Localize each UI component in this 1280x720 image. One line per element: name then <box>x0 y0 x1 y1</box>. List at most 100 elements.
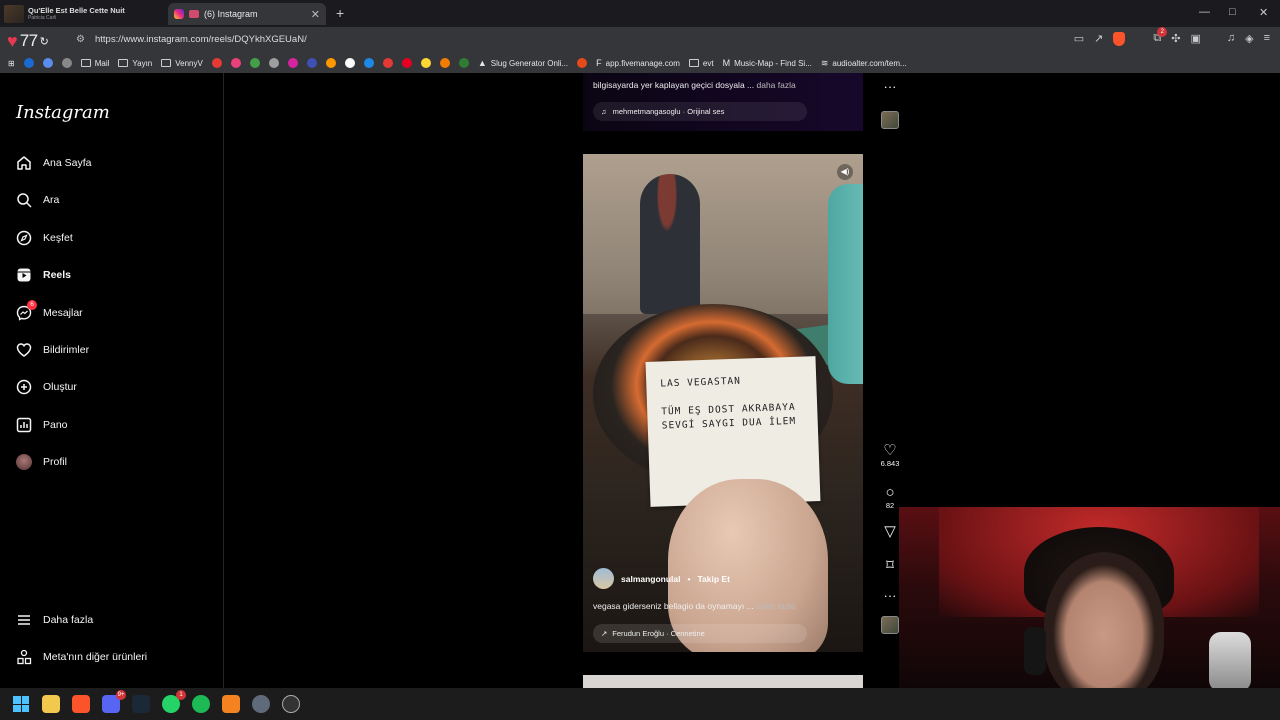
bookmark-favicon-icon[interactable] <box>249 58 260 68</box>
new-tab-button[interactable]: + <box>336 5 344 21</box>
obs-icon[interactable] <box>282 695 300 713</box>
sidebar-item-messages[interactable]: 6 Mesajlar <box>15 300 83 321</box>
brave-browser-icon[interactable] <box>72 695 90 713</box>
more-link[interactable]: daha fazla <box>757 80 796 90</box>
sidebar-item-label: Oluştur <box>43 380 77 393</box>
reel-caption[interactable]: vegasa giderseniz bellagio da oynamayı .… <box>593 601 795 611</box>
bookmark-favicon-icon[interactable] <box>306 58 317 68</box>
pinterest-favicon-icon[interactable] <box>401 58 412 68</box>
volume-icon[interactable]: ◀) <box>837 164 853 180</box>
sidebar-item-label: Reels <box>43 268 72 281</box>
reel-video[interactable]: LAS VEGASTAN TÜM EŞ DOST AKRABAYA SEVGİ … <box>583 154 863 652</box>
bookmark-favicon-icon[interactable] <box>439 58 450 68</box>
bookmark-favicon-icon[interactable] <box>230 58 241 68</box>
media-tab[interactable]: Qu'Elle Est Belle Cette Nuit Patricia Ca… <box>4 5 164 23</box>
media-title: Qu'Elle Est Belle Cette Nuit <box>28 6 125 15</box>
audio-thumbnail[interactable] <box>881 111 899 129</box>
music-icon[interactable]: ♫ <box>1227 32 1235 46</box>
sidebar-item-meta-products[interactable]: Meta'nın diğer ürünleri <box>15 648 147 665</box>
spotify-icon[interactable] <box>192 695 210 713</box>
bookmark-icon[interactable]: ⌑ <box>886 558 894 574</box>
share-icon[interactable]: ↗ <box>1094 32 1103 46</box>
sidebar-item-more[interactable]: Daha fazla <box>15 611 93 628</box>
bookmark-mail[interactable]: Mail <box>80 59 109 68</box>
bookmark-favicon-icon[interactable] <box>23 58 34 68</box>
comment-icon[interactable]: ○ <box>885 485 894 501</box>
bookmark-audioalter[interactable]: ≋ audioalter.com/tem... <box>821 58 907 69</box>
instagram-logo[interactable]: Instagram <box>16 102 110 123</box>
sidebar-item-notifications[interactable]: Bildirimler <box>15 341 89 358</box>
reels-icon <box>15 266 32 283</box>
bookmark-favicon-icon[interactable] <box>363 58 374 68</box>
start-button[interactable] <box>12 695 30 713</box>
previous-reel-audio[interactable]: ♫ mehmetmangasoglu · Orijinal ses <box>593 102 807 121</box>
settings-gear-icon[interactable] <box>252 695 270 713</box>
bookmark-favicon-icon[interactable] <box>287 58 298 68</box>
bookmark-favicon-icon[interactable] <box>268 58 279 68</box>
bookmark-evt[interactable]: evt <box>688 59 714 68</box>
steam-icon[interactable] <box>132 695 150 713</box>
maximize-button[interactable]: □ <box>1229 6 1236 18</box>
whatsapp-badge: 1 <box>176 690 186 700</box>
sidebar-item-explore[interactable]: Keşfet <box>15 229 73 246</box>
vpn-icon[interactable]: ◈ <box>1245 32 1253 46</box>
bookmark-favicon-icon[interactable] <box>420 58 431 68</box>
sidebar-item-home[interactable]: Ana Sayfa <box>15 154 91 171</box>
comment-count: 82 <box>885 501 895 510</box>
close-tab-icon[interactable]: ✕ <box>311 8 320 21</box>
like-icon[interactable]: ♡ <box>883 443 896 459</box>
sidebar-icon[interactable]: ▣ <box>1190 32 1200 46</box>
sidebar-item-profile[interactable]: Profil <box>15 453 67 470</box>
avatar[interactable] <box>593 568 614 589</box>
bookmark-yayin[interactable]: Yayın <box>118 59 152 68</box>
url-field[interactable]: https://www.instagram.com/reels/DQYkhXGE… <box>95 34 307 45</box>
whatsapp-icon[interactable]: 1 <box>162 690 186 713</box>
youtube-favicon-icon[interactable] <box>382 58 393 68</box>
audio-thumbnail[interactable] <box>881 616 899 634</box>
reel-audio[interactable]: ↗ Ferudun Eroğlu · Cennetine <box>593 624 807 643</box>
tab-instagram[interactable]: (6) Instagram ✕ <box>168 3 326 25</box>
refresh-icon[interactable]: ↻ <box>40 35 49 48</box>
x-favicon-icon[interactable] <box>344 58 355 68</box>
bookmark-slug-generator[interactable]: ▲ Slug Generator Onli... <box>478 58 568 68</box>
brave-shields-icon[interactable] <box>1113 32 1126 46</box>
bookmark-fivemanage[interactable]: Fapp.fivemanage.com <box>596 58 680 68</box>
username[interactable]: salmangonulal <box>621 574 681 584</box>
apps-grid-icon[interactable]: ⊞ <box>8 59 15 68</box>
sidebar-item-label: Daha fazla <box>43 613 94 626</box>
sidebar-item-search[interactable]: Ara <box>15 191 59 208</box>
bookmark-favicon-icon[interactable] <box>211 58 222 68</box>
share-icon[interactable]: ▽ <box>884 524 896 540</box>
sidebar-item-create[interactable]: Oluştur <box>15 378 77 395</box>
puzzle-icon[interactable]: ✣ <box>1171 32 1180 46</box>
sidebar-item-reels[interactable]: Reels <box>15 266 71 283</box>
app-icon[interactable] <box>222 695 240 713</box>
previous-reel-caption[interactable]: bilgisayarda yer kaplayan geçici dosyala… <box>593 80 796 90</box>
menu-icon[interactable]: ≡ <box>1264 32 1270 46</box>
more-options-icon[interactable]: ··· <box>884 79 897 95</box>
xbox-favicon-icon[interactable] <box>458 58 469 68</box>
more-options-icon[interactable]: ··· <box>884 588 897 604</box>
cast-icon[interactable]: ▭ <box>1074 32 1084 46</box>
extension-icon[interactable]: ⧉ 2 <box>1153 27 1168 46</box>
bookmark-favicon-icon[interactable] <box>61 58 72 68</box>
audio-playing-icon[interactable] <box>189 10 199 18</box>
site-settings-icon[interactable]: ⚙ <box>76 34 85 45</box>
bookmark-favicon-icon[interactable] <box>325 58 336 68</box>
file-explorer-icon[interactable] <box>42 695 60 713</box>
discord-icon[interactable]: 9+ <box>102 690 126 713</box>
plus-square-icon <box>15 378 32 395</box>
bookmark-label: audioalter.com/tem... <box>832 58 907 68</box>
next-reel-video[interactable] <box>583 675 863 688</box>
minimize-button[interactable]: — <box>1199 6 1210 18</box>
bookmark-favicon-icon[interactable] <box>577 58 588 68</box>
more-link[interactable]: daha fazla <box>756 601 795 611</box>
follow-button[interactable]: Takip Et <box>698 574 730 584</box>
bookmark-music-map[interactable]: M Music-Map - Find Si... <box>723 58 812 68</box>
sidebar-item-dashboard[interactable]: Pano <box>15 416 68 433</box>
bookmark-vennyv[interactable]: VennyV <box>161 59 203 68</box>
weather-widget[interactable]: ♥ 77 ↻ <box>7 31 49 51</box>
bookmark-label: app.fivemanage.com <box>605 58 680 68</box>
bookmark-favicon-icon[interactable] <box>42 58 53 68</box>
close-window-button[interactable]: ✕ <box>1259 6 1268 19</box>
